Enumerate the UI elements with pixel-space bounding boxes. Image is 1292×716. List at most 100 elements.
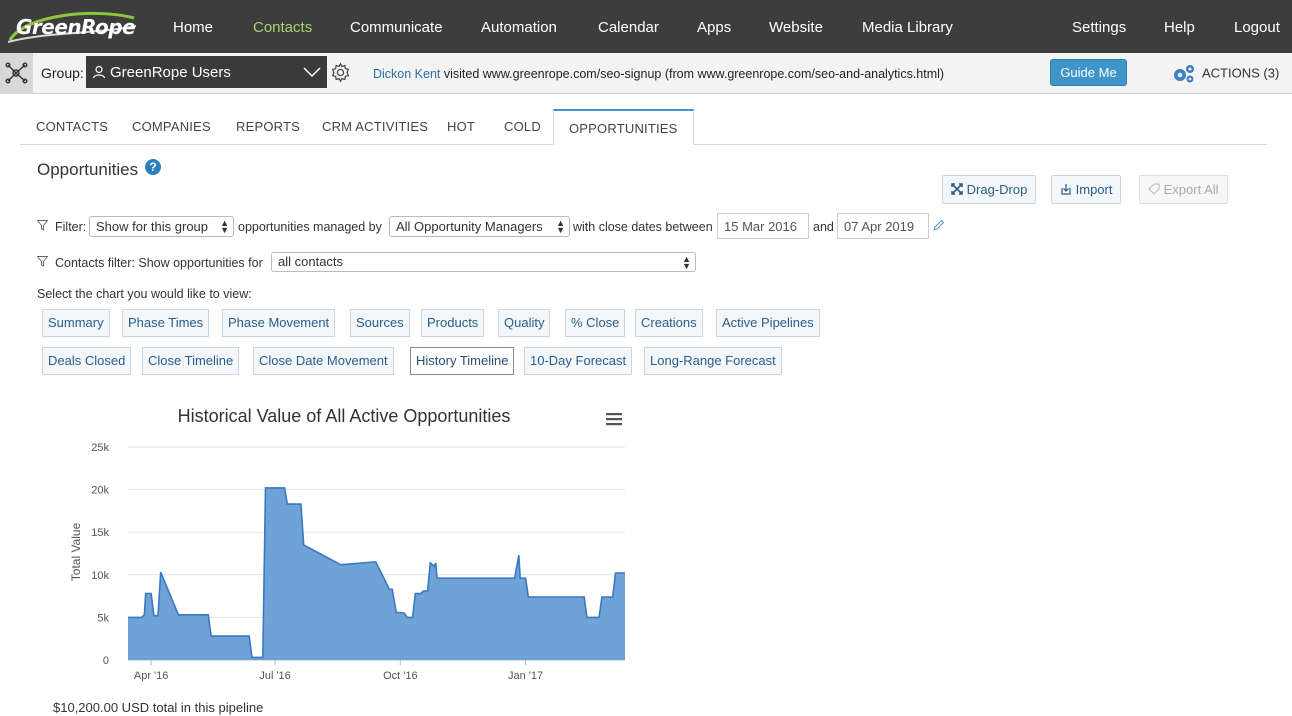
nav-help[interactable]: Help bbox=[1164, 19, 1195, 36]
nav-website[interactable]: Website bbox=[769, 19, 823, 36]
chart-title: Historical Value of All Active Opportuni… bbox=[178, 406, 511, 426]
actions-menu[interactable]: ACTIONS (3) bbox=[1172, 64, 1279, 84]
tab-companies[interactable]: COMPANIES bbox=[132, 119, 211, 134]
nav-contacts[interactable]: Contacts bbox=[253, 19, 312, 36]
group-filter-select[interactable]: Show for this group ▲ ▼ bbox=[89, 216, 234, 237]
tab-contacts[interactable]: CONTACTS bbox=[36, 119, 108, 134]
gears-icon bbox=[1174, 65, 1194, 83]
x-tick-label: Jul '16 bbox=[259, 670, 290, 682]
select-arrows-icon: ▲ ▼ bbox=[556, 218, 565, 235]
chart-button-history-timeline[interactable]: History Timeline bbox=[410, 347, 515, 375]
filter-label: Filter: bbox=[55, 220, 87, 234]
chart-select-prompt: Select the chart you would like to view: bbox=[37, 287, 252, 301]
contacts-tabs: CONTACTS COMPANIES REPORTS CRM ACTIVITIE… bbox=[20, 108, 1267, 145]
drag-drop-label: Drag-Drop bbox=[966, 182, 1028, 197]
top-navigation: GreenRope Home Contacts Communicate Auto… bbox=[0, 0, 1292, 53]
y-tick-label: 20k bbox=[91, 485, 109, 497]
series-area bbox=[128, 487, 625, 660]
nav-calendar[interactable]: Calendar bbox=[598, 19, 659, 36]
x-tick-label: Jan '17 bbox=[508, 670, 543, 682]
import-button[interactable]: Import bbox=[1051, 175, 1122, 204]
chart-button-long-range-forecast[interactable]: Long-Range Forecast bbox=[644, 347, 782, 375]
date-from-input[interactable]: 15 Mar 2016 bbox=[717, 213, 809, 239]
managed-by-text: opportunities managed by bbox=[238, 220, 382, 234]
contacts-filter-select[interactable]: all contacts ▲ ▼ bbox=[271, 252, 696, 272]
contacts-filter-label: Contacts filter: Show opportunities for bbox=[55, 256, 263, 270]
recent-visit-notice: Dickon Kent visited www.greenrope.com/se… bbox=[373, 67, 944, 81]
user-icon bbox=[92, 65, 106, 79]
group-bar: Group: GreenRope Users Dickon Kent visit… bbox=[0, 53, 1292, 94]
nav-automation[interactable]: Automation bbox=[481, 19, 557, 36]
chart-button-quality[interactable]: Quality bbox=[498, 309, 551, 337]
greenrope-logo[interactable]: GreenRope bbox=[6, 10, 138, 44]
guide-me-button[interactable]: Guide Me bbox=[1050, 59, 1127, 86]
logo-text: GreenRope bbox=[16, 15, 136, 39]
visitor-link[interactable]: Dickon Kent bbox=[373, 67, 440, 81]
chart-button-phase-times[interactable]: Phase Times bbox=[122, 309, 210, 337]
chart-menu-icon[interactable] bbox=[606, 413, 622, 426]
y-axis-label: Total Value bbox=[69, 522, 83, 581]
filter-icon bbox=[37, 220, 48, 231]
chart-button-active-pipelines[interactable]: Active Pipelines bbox=[716, 309, 820, 337]
group-select[interactable]: GreenRope Users bbox=[86, 56, 327, 88]
group-name: GreenRope Users bbox=[110, 64, 231, 81]
expand-arrows-icon bbox=[951, 183, 963, 195]
pencil-icon[interactable] bbox=[933, 219, 945, 231]
visit-text: visited www.greenrope.com/seo-signup (fr… bbox=[440, 67, 945, 81]
tab-opportunities[interactable]: OPPORTUNITIES bbox=[553, 109, 694, 145]
export-all-button[interactable]: Export All bbox=[1139, 175, 1228, 204]
chart-button-sources[interactable]: Sources bbox=[350, 309, 410, 337]
y-tick-label: 0 bbox=[103, 655, 109, 667]
chart-button-products[interactable]: Products bbox=[421, 309, 485, 337]
chart-button-summary[interactable]: Summary bbox=[42, 309, 110, 337]
filter-icon bbox=[37, 256, 48, 267]
select-arrows-icon: ▲ ▼ bbox=[220, 218, 229, 235]
nav-apps[interactable]: Apps bbox=[697, 19, 731, 36]
manager-value: All Opportunity Managers bbox=[396, 219, 543, 234]
group-label: Group: bbox=[41, 65, 84, 81]
chevron-down-icon bbox=[303, 67, 321, 78]
nav-media-library[interactable]: Media Library bbox=[862, 19, 953, 36]
tag-icon bbox=[1148, 183, 1160, 195]
help-icon[interactable]: ? bbox=[145, 159, 161, 175]
nav-home[interactable]: Home bbox=[173, 19, 213, 36]
date-to-input[interactable]: 07 Apr 2019 bbox=[837, 213, 929, 239]
chart-button-close-date-movement[interactable]: Close Date Movement bbox=[253, 347, 394, 375]
nav-settings[interactable]: Settings bbox=[1072, 19, 1126, 36]
contacts-filter-value: all contacts bbox=[278, 254, 344, 269]
tab-hot[interactable]: HOT bbox=[447, 119, 475, 134]
close-between-text: with close dates between bbox=[573, 220, 713, 234]
history-timeline-chart: Historical Value of All Active Opportuni… bbox=[69, 406, 625, 682]
pipeline-total: $10,200.00 USD total in this pipeline bbox=[53, 700, 264, 715]
chart-button-close-timeline[interactable]: Close Timeline bbox=[142, 347, 240, 375]
chart-button-creations[interactable]: Creations bbox=[635, 309, 703, 337]
y-tick-label: 25k bbox=[91, 442, 109, 454]
gear-icon[interactable] bbox=[330, 62, 351, 83]
network-toggle[interactable] bbox=[0, 53, 33, 94]
x-tick-label: Apr '16 bbox=[134, 670, 169, 682]
nav-logout[interactable]: Logout bbox=[1234, 19, 1280, 36]
manager-select[interactable]: All Opportunity Managers ▲ ▼ bbox=[389, 216, 570, 237]
group-filter-value: Show for this group bbox=[96, 219, 209, 234]
y-tick-label: 15k bbox=[91, 527, 109, 539]
import-icon bbox=[1061, 184, 1071, 195]
chart-button-10-day-forecast[interactable]: 10-Day Forecast bbox=[524, 347, 633, 375]
import-label: Import bbox=[1075, 182, 1113, 197]
drag-drop-button[interactable]: Drag-Drop bbox=[942, 175, 1037, 204]
actions-label: ACTIONS (3) bbox=[1202, 65, 1280, 81]
export-all-label: Export All bbox=[1163, 182, 1219, 197]
tab-crm-activities[interactable]: CRM ACTIVITIES bbox=[322, 119, 428, 134]
tab-cold[interactable]: COLD bbox=[504, 119, 541, 134]
network-icon bbox=[5, 62, 28, 84]
chart-button-deals-closed[interactable]: Deals Closed bbox=[42, 347, 132, 375]
nav-communicate[interactable]: Communicate bbox=[350, 19, 443, 36]
tab-reports[interactable]: REPORTS bbox=[236, 119, 300, 134]
y-tick-label: 5k bbox=[97, 612, 109, 624]
x-tick-label: Oct '16 bbox=[383, 670, 418, 682]
and-text: and bbox=[813, 220, 834, 234]
chart-button-phase-movement[interactable]: Phase Movement bbox=[222, 309, 336, 337]
page-title: Opportunities bbox=[37, 160, 139, 179]
select-arrows-icon: ▲ ▼ bbox=[682, 254, 691, 271]
chart-button-close-percent[interactable]: % Close bbox=[565, 309, 626, 337]
y-tick-label: 10k bbox=[91, 570, 109, 582]
